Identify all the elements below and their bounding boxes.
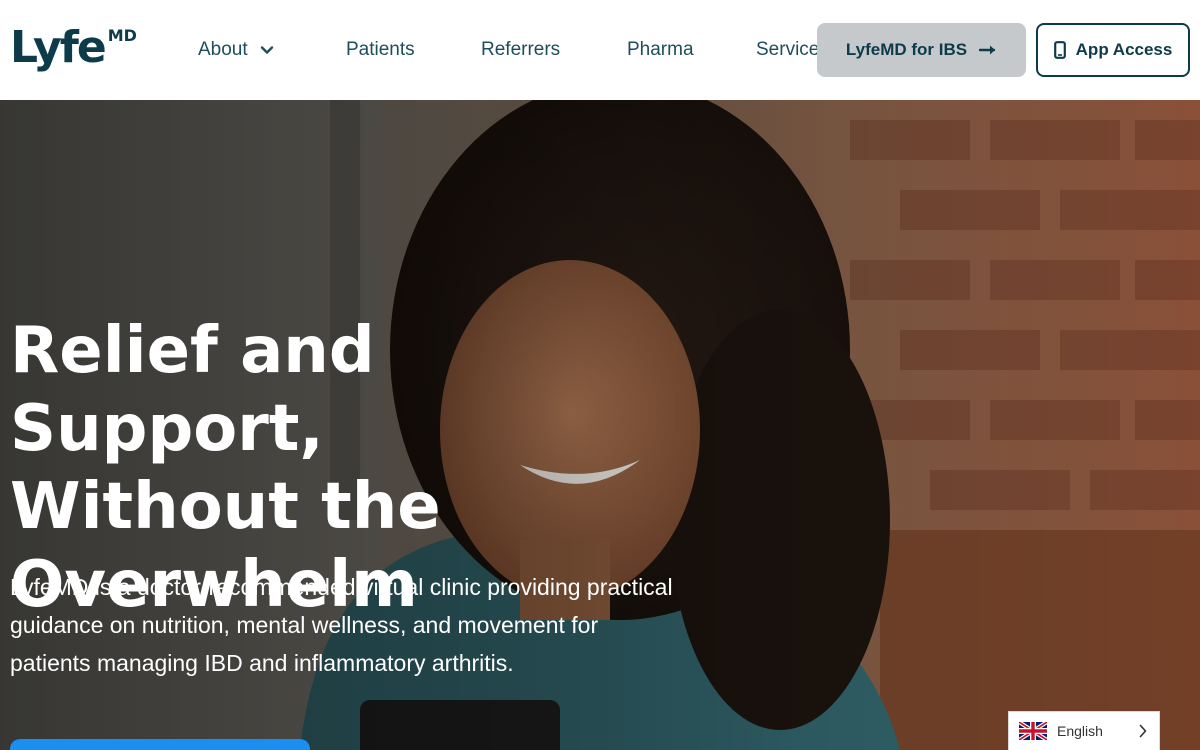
arrow-right-icon [979, 45, 996, 55]
chevron-down-icon [260, 46, 273, 54]
language-selector[interactable]: English [1008, 711, 1160, 750]
nav-about-label: About [198, 39, 248, 60]
phone-icon [1053, 41, 1066, 59]
app-access-label: App Access [1075, 40, 1173, 59]
hero-title-line: Relief and Support, [10, 314, 375, 466]
logo-text: Lyfe [10, 22, 107, 73]
hero-section: Relief and Support, Without the Overwhel… [0, 100, 1200, 750]
hero-title-line: Without the [10, 470, 441, 544]
language-label: English [1057, 723, 1103, 739]
lyfemd-for-ibs-button[interactable]: LyfeMD for IBS [817, 23, 1026, 77]
uk-flag-icon [1019, 722, 1047, 740]
nav-patients[interactable]: Patients [346, 38, 415, 62]
chevron-right-icon [1139, 724, 1147, 738]
logo-superscript: MD [107, 26, 137, 45]
hero-description: LyfeMD is a doctor-recommended virtual c… [10, 574, 673, 676]
ibs-button-label: LyfeMD for IBS [845, 40, 968, 59]
lyfemd-logo[interactable]: Lyfe MD [10, 22, 137, 74]
nav-referrers[interactable]: Referrers [481, 38, 560, 62]
hero-cta-button[interactable] [10, 739, 310, 750]
site-header: Lyfe MD About Patients Referrers Pharma … [0, 0, 1200, 100]
app-access-button[interactable]: App Access [1036, 23, 1190, 77]
nav-about[interactable]: About [198, 38, 274, 62]
nav-services[interactable]: Services [756, 38, 822, 62]
nav-pharma[interactable]: Pharma [627, 38, 694, 62]
